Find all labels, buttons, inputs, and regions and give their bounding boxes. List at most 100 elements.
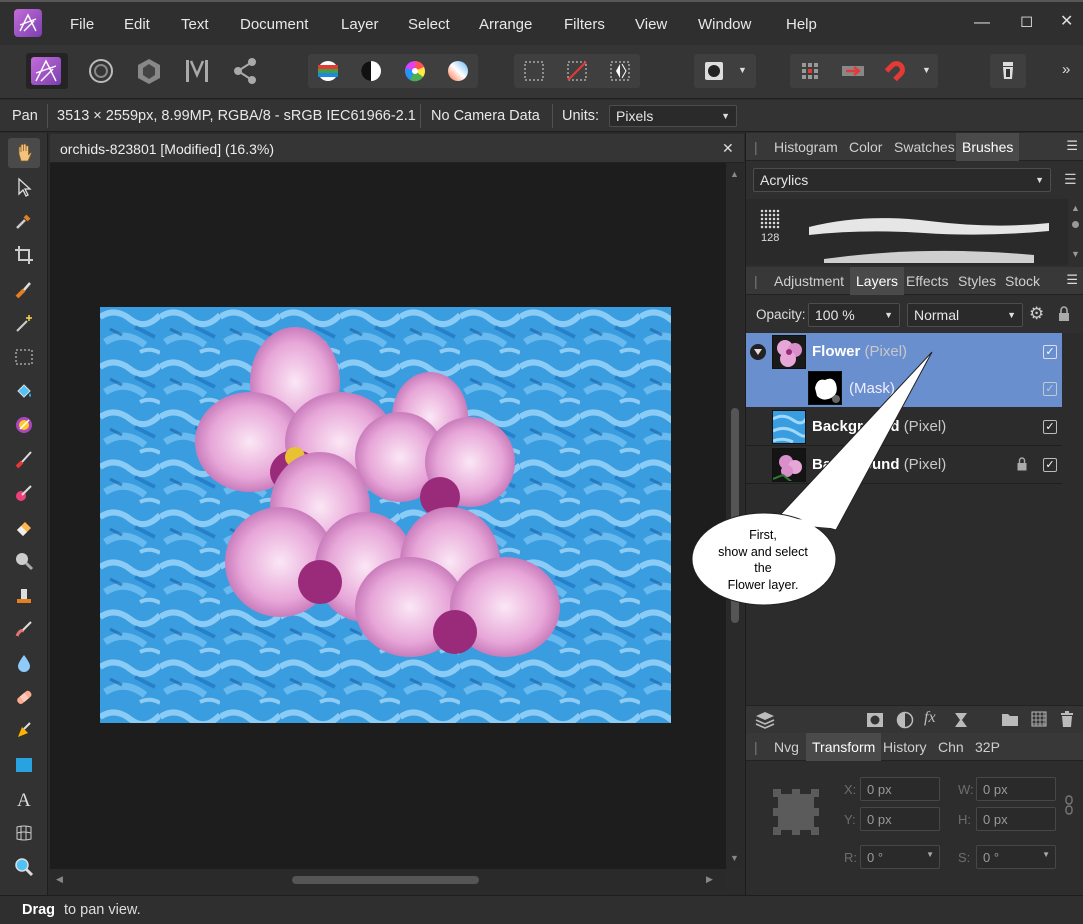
brush-list-view-icon[interactable]: ☰ <box>1064 171 1077 188</box>
mask-visibility-checkbox[interactable]: ✓ <box>1043 382 1057 396</box>
tab-histogram[interactable]: Histogram <box>774 139 838 155</box>
gear-icon[interactable]: ⚙ <box>1029 304 1044 324</box>
view-tool[interactable] <box>8 138 40 168</box>
scroll-down-icon[interactable]: ▼ <box>730 853 739 863</box>
gradient-tool[interactable] <box>8 410 40 440</box>
opacity-dropdown[interactable]: 100 % ▼ <box>808 303 900 327</box>
tone-mapping-persona-button[interactable] <box>182 53 212 89</box>
grid-button[interactable] <box>793 54 827 88</box>
tab-adjustment[interactable]: Adjustment <box>774 273 844 289</box>
photo-persona-button[interactable] <box>26 53 68 89</box>
chevron-down-icon[interactable]: ▼ <box>922 65 931 75</box>
menu-select[interactable]: Select <box>408 16 450 33</box>
scroll-left-icon[interactable]: ◀ <box>56 874 63 885</box>
document-tab[interactable]: orchids-823801 [Modified] (16.3%) ✕ <box>50 134 744 163</box>
pen-tool[interactable] <box>8 716 40 746</box>
units-dropdown[interactable]: Pixels ▼ <box>609 105 737 127</box>
lock-icon[interactable] <box>1058 306 1070 322</box>
anchor-point-icon[interactable] <box>772 788 820 836</box>
levels-button[interactable] <box>311 54 345 88</box>
dodge-tool[interactable] <box>8 546 40 576</box>
invert-selection-button[interactable] <box>603 54 637 88</box>
menu-edit[interactable]: Edit <box>124 16 150 33</box>
y-field[interactable]: 0 px <box>860 807 940 831</box>
minimize-icon[interactable]: — <box>974 14 990 32</box>
hsl-button[interactable] <box>398 54 432 88</box>
menu-window[interactable]: Window <box>698 16 751 33</box>
color-picker-tool[interactable] <box>8 206 40 236</box>
deselect-button[interactable] <box>560 54 594 88</box>
horizontal-scroll-thumb[interactable] <box>292 876 479 884</box>
tab-styles[interactable]: Styles <box>958 273 996 289</box>
fx-icon[interactable]: fx <box>924 709 936 727</box>
panel-menu-icon[interactable]: ☰ <box>1066 272 1078 288</box>
flood-select-tool[interactable] <box>8 308 40 338</box>
adjustment-layer-icon[interactable] <box>896 711 914 729</box>
folder-icon[interactable] <box>1001 711 1019 727</box>
tab-stock[interactable]: Stock <box>1005 273 1040 289</box>
smudge-tool[interactable] <box>8 614 40 644</box>
artistic-text-tool[interactable]: A <box>8 784 40 814</box>
inpainting-tool[interactable] <box>8 682 40 712</box>
assistant-button[interactable] <box>991 54 1025 88</box>
tab-swatches[interactable]: Swatches <box>894 139 955 155</box>
menu-file[interactable]: File <box>70 16 94 33</box>
move-forward-button[interactable] <box>836 54 870 88</box>
menu-arrange[interactable]: Arrange <box>479 16 532 33</box>
export-persona-button[interactable] <box>230 53 260 89</box>
panel-menu-icon[interactable]: ☰ <box>1066 138 1078 154</box>
rotation-field[interactable]: 0 ° ▼ <box>860 845 940 869</box>
menu-text[interactable]: Text <box>181 16 209 33</box>
zoom-tool[interactable] <box>8 852 40 882</box>
menu-help[interactable]: Help <box>786 16 817 33</box>
layers-stack-icon[interactable] <box>754 710 776 730</box>
menu-view[interactable]: View <box>635 16 667 33</box>
tab-layers[interactable]: Layers <box>850 267 905 295</box>
paint-brush-tool[interactable] <box>8 444 40 474</box>
tab-color[interactable]: Color <box>849 139 882 155</box>
black-white-button[interactable] <box>354 54 388 88</box>
live-filter-icon[interactable] <box>953 711 969 729</box>
tab-channels[interactable]: Chn <box>938 739 964 755</box>
chevron-down-icon[interactable]: ▼ <box>738 65 747 75</box>
shear-field[interactable]: 0 ° ▼ <box>976 845 1056 869</box>
menu-document[interactable]: Document <box>240 16 308 33</box>
tab-brushes[interactable]: Brushes <box>956 133 1020 161</box>
marquee-tool[interactable] <box>8 342 40 372</box>
blend-mode-dropdown[interactable]: Normal ▼ <box>907 303 1023 327</box>
clone-tool[interactable] <box>8 580 40 610</box>
pixel-layer-icon[interactable] <box>1031 711 1047 727</box>
tab-32-bit-preview[interactable]: 32P <box>975 739 1000 755</box>
toolbar-overflow-button[interactable]: » <box>1062 61 1070 78</box>
develop-persona-button[interactable] <box>134 53 164 89</box>
white-balance-button[interactable] <box>441 54 475 88</box>
tab-history[interactable]: History <box>883 739 927 755</box>
width-field[interactable]: 0 px <box>976 777 1056 801</box>
layer-visibility-checkbox[interactable]: ✓ <box>1043 345 1057 359</box>
tab-effects[interactable]: Effects <box>906 273 949 289</box>
trash-icon[interactable] <box>1059 710 1075 728</box>
tab-navigator[interactable]: Nvg <box>774 739 799 755</box>
move-tool[interactable] <box>8 172 40 202</box>
snapping-button[interactable] <box>878 54 912 88</box>
select-all-button[interactable] <box>517 54 551 88</box>
blur-tool[interactable] <box>8 648 40 678</box>
link-icon[interactable] <box>1064 795 1074 815</box>
flood-fill-tool[interactable] <box>8 376 40 406</box>
rectangle-tool[interactable] <box>8 750 40 780</box>
selection-brush-tool[interactable] <box>8 274 40 304</box>
color-replacement-tool[interactable] <box>8 478 40 508</box>
close-document-icon[interactable]: ✕ <box>722 140 734 157</box>
close-window-icon[interactable]: ✕ <box>1060 11 1073 31</box>
brush-list[interactable]: 128 ▲ ▼ <box>746 199 1080 265</box>
x-field[interactable]: 0 px <box>860 777 940 801</box>
menu-layer[interactable]: Layer <box>341 16 379 33</box>
mask-layer-icon[interactable] <box>866 712 884 728</box>
layer-visibility-checkbox[interactable]: ✓ <box>1043 420 1057 434</box>
maximize-icon[interactable]: ◻ <box>1020 11 1033 31</box>
menu-filters[interactable]: Filters <box>564 16 605 33</box>
horizontal-scrollbar[interactable]: ◀ ▶ <box>50 869 726 891</box>
quick-mask-button[interactable] <box>697 54 731 88</box>
scroll-right-icon[interactable]: ▶ <box>706 874 713 885</box>
layer-visibility-checkbox[interactable]: ✓ <box>1043 458 1057 472</box>
